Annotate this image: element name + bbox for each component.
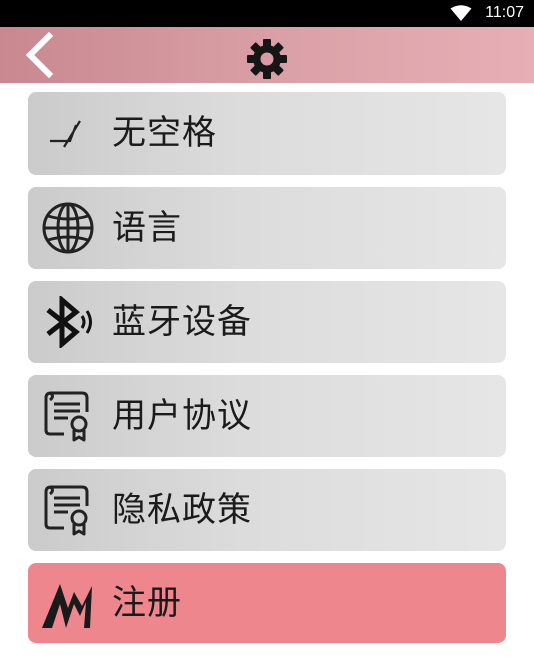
- app-header: [0, 27, 534, 83]
- chevron-left-icon[interactable]: [22, 32, 56, 78]
- menu-item-no-space[interactable]: 无空格: [28, 92, 506, 175]
- menu-item-privacy-policy[interactable]: 隐私政策: [28, 469, 506, 551]
- certificate-icon: [44, 391, 89, 442]
- menu-item-label: 用户协议: [112, 396, 252, 436]
- menu-item-label: 无空格: [112, 113, 217, 153]
- wifi-icon: [450, 5, 472, 21]
- gear-icon: [247, 39, 287, 79]
- status-bar: 11:07: [0, 0, 534, 27]
- bluetooth-icon: [46, 296, 92, 348]
- no-space-icon: [50, 120, 81, 148]
- settings-menu: 无空格 语言 蓝牙设备 用户协议 隐私政策 注册: [28, 92, 506, 655]
- menu-item-language[interactable]: 语言: [28, 187, 506, 269]
- status-time: 11:07: [485, 4, 524, 21]
- menu-item-label: 语言: [112, 208, 182, 248]
- certificate-icon: [44, 485, 89, 536]
- menu-item-label: 隐私政策: [112, 490, 252, 530]
- menu-item-user-agreement[interactable]: 用户协议: [28, 375, 506, 457]
- globe-icon: [42, 202, 94, 254]
- register-logo-icon: [42, 584, 92, 628]
- register-button[interactable]: 注册: [28, 563, 506, 643]
- menu-item-label: 注册: [112, 583, 182, 623]
- menu-item-label: 蓝牙设备: [112, 302, 252, 342]
- menu-item-bluetooth[interactable]: 蓝牙设备: [28, 281, 506, 363]
